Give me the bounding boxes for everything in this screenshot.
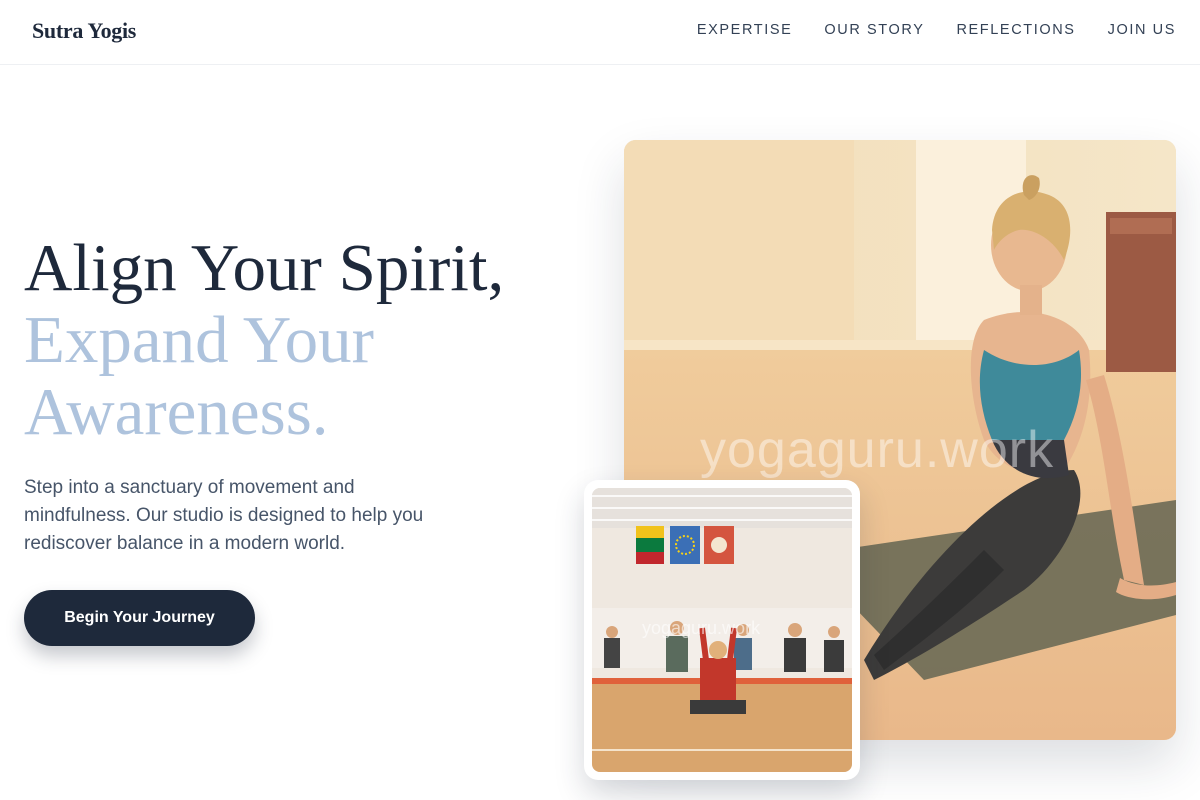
nav-link-expertise[interactable]: EXPERTISE xyxy=(697,22,793,38)
group-class-photo: yogaguru.work xyxy=(592,488,852,772)
inset-photo-card: yogaguru.work xyxy=(584,480,860,780)
nav-link-join-us[interactable]: JOIN US xyxy=(1108,22,1176,38)
headline-line-3: Awareness. xyxy=(24,375,329,449)
hero-headline: Align Your Spirit, Expand Your Awareness… xyxy=(24,232,584,448)
headline-line-1: Align Your Spirit, xyxy=(24,231,505,305)
inset-photo-watermark: yogaguru.work xyxy=(642,618,761,638)
hero-description: Step into a sanctuary of movement and mi… xyxy=(24,477,424,554)
nav-link-reflections[interactable]: REFLECTIONS xyxy=(956,22,1075,38)
main-nav: EXPERTISE OUR STORY REFLECTIONS JOIN US xyxy=(697,22,1176,38)
begin-journey-button[interactable]: Begin Your Journey xyxy=(24,590,255,646)
brand-logo-text[interactable]: Sutra Yogis xyxy=(32,18,136,44)
nav-link-our-story[interactable]: OUR STORY xyxy=(824,22,924,38)
headline-line-2: Expand Your xyxy=(24,303,374,377)
main-photo-watermark: yogaguru.work xyxy=(700,421,1055,479)
top-navigation-bar: Sutra Yogis EXPERTISE OUR STORY REFLECTI… xyxy=(0,0,1200,65)
